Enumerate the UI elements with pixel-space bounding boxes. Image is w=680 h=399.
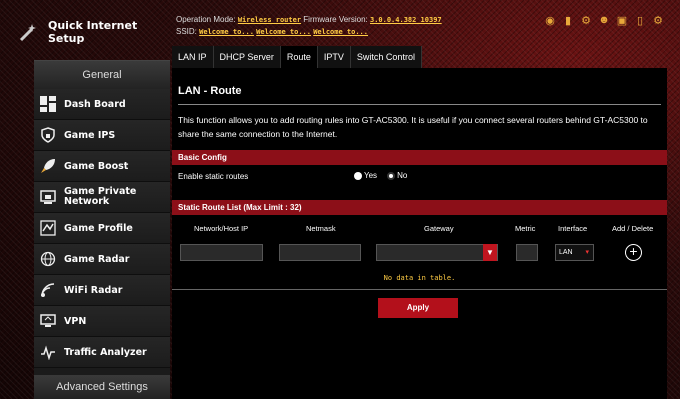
col-add-delete: Add / Delete (612, 224, 654, 233)
interface-select[interactable]: LAN ▾ (555, 244, 594, 261)
empty-table-message: No data in table. (383, 274, 456, 282)
sidebar-item-game-ips[interactable]: Game IPS (34, 120, 170, 151)
network-status-icon[interactable]: ⚙ (580, 14, 592, 27)
network-host-ip-input[interactable] (180, 244, 263, 261)
radio-no-label: No (397, 171, 408, 180)
radio-no[interactable]: No (387, 171, 407, 180)
sidebar-item-game-radar[interactable]: Game Radar (34, 244, 170, 275)
quick-internet-setup-button[interactable]: Quick Internet Setup (6, 10, 166, 54)
tab-iptv[interactable]: IPTV (317, 46, 351, 68)
radio-yes-dot (354, 171, 362, 180)
sidebar-item-label: Game Private Network (64, 186, 137, 207)
sidebar-item-dash-board[interactable]: Dash Board (34, 89, 170, 120)
sidebar-general-header: General (34, 61, 170, 89)
tab-bar: LAN IP DHCP Server Route IPTV Switch Con… (172, 46, 422, 68)
sidebar-item-label: Game IPS (64, 129, 116, 141)
col-gateway: Gateway (424, 224, 454, 233)
top-info: Operation Mode: Wireless router Firmware… (176, 14, 442, 38)
operation-mode-label: Operation Mode: (176, 15, 236, 24)
sidebar-item-label: Game Profile (64, 222, 133, 234)
table-divider (172, 289, 667, 290)
static-routes-radio-group: Yes No (354, 171, 407, 180)
page-title: LAN - Route (178, 85, 242, 97)
sidebar-item-game-private-network[interactable]: Game Private Network (34, 182, 170, 213)
interface-select-value: LAN (559, 249, 573, 256)
game-profile-icon (38, 218, 58, 238)
netmask-input[interactable] (279, 244, 361, 261)
sidebar-item-label: Traffic Analyzer (64, 346, 147, 358)
apply-button[interactable]: Apply (378, 298, 458, 318)
ssid-link-2[interactable]: Welcome to... (256, 28, 311, 36)
enable-static-routes-label: Enable static routes (178, 172, 249, 181)
quick-setup-label: Quick Internet Setup (48, 19, 138, 45)
settings-gear-icon[interactable]: ⚙ (652, 14, 664, 27)
chevron-down-icon: ▾ (585, 249, 589, 256)
usb-device-icon[interactable]: ▯ (634, 14, 646, 27)
sidebar-item-wifi-radar[interactable]: WiFi Radar (34, 275, 170, 306)
main-panel: LAN - Route This function allows you to … (172, 68, 667, 399)
tab-dhcp-server[interactable]: DHCP Server (213, 46, 281, 68)
sidebar-item-vpn[interactable]: VPN (34, 306, 170, 337)
status-icons: ◉ ▮ ⚙ ☻ ▣ ▯ ⚙ (544, 14, 664, 27)
operation-mode-link[interactable]: Wireless router (238, 16, 301, 24)
radio-yes[interactable]: Yes (354, 171, 377, 180)
sidebar-item-game-profile[interactable]: Game Profile (34, 213, 170, 244)
magic-wand-icon (18, 21, 40, 43)
usb-status-icon[interactable]: ▮ (562, 14, 574, 27)
gateway-input[interactable] (376, 244, 498, 261)
col-network-host-ip: Network/Host IP (194, 224, 249, 233)
globe-radar-icon (38, 249, 58, 269)
sidebar-item-label: VPN (64, 315, 87, 327)
sidebar-advanced-settings-header: Advanced Settings (34, 375, 170, 399)
page-description: This function allows you to add routing … (178, 115, 648, 139)
rocket-icon (38, 156, 58, 176)
radio-yes-label: Yes (364, 171, 378, 180)
sidebar-item-label: Game Radar (64, 253, 130, 265)
col-interface: Interface (558, 224, 588, 233)
sidebar-item-label: Dash Board (64, 98, 126, 110)
radio-no-dot (387, 171, 396, 180)
ssid-link-1[interactable]: Welcome to... (199, 28, 254, 36)
ssid-link-3[interactable]: Welcome to... (313, 28, 368, 36)
lock-shield-icon (38, 125, 58, 145)
firmware-version-link[interactable]: 3.0.0.4.382_10397 (370, 16, 442, 24)
gateway-dropdown-button[interactable]: ▼ (483, 244, 497, 261)
app-status-icon[interactable]: ▣ (616, 14, 628, 27)
route-table-header: Network/Host IP Netmask Gateway Metric I… (172, 222, 667, 236)
wireless-status-icon[interactable]: ◉ (544, 14, 556, 27)
metric-input[interactable] (516, 244, 538, 261)
add-route-button[interactable]: + (625, 244, 642, 261)
static-route-list-header: Static Route List (Max Limit : 32) (172, 200, 667, 215)
ssid-label: SSID: (176, 27, 197, 36)
sidebar-item-game-boost[interactable]: Game Boost (34, 151, 170, 182)
tab-route[interactable]: Route (280, 46, 318, 68)
tab-switch-control[interactable]: Switch Control (350, 46, 422, 68)
basic-config-header: Basic Config (172, 150, 667, 165)
col-netmask: Netmask (306, 224, 336, 233)
wifi-radar-icon (38, 280, 58, 300)
sidebar: General Dash Board Game IPS Game Boost G… (34, 60, 170, 399)
col-metric: Metric (515, 224, 536, 233)
sidebar-item-label: WiFi Radar (64, 284, 123, 296)
client-status-icon[interactable]: ☻ (598, 14, 610, 27)
vpn-icon (38, 311, 58, 331)
traffic-analyzer-icon (38, 342, 58, 362)
private-network-icon (38, 187, 58, 207)
sidebar-item-label: Game Boost (64, 160, 129, 172)
sidebar-item-traffic-analyzer[interactable]: Traffic Analyzer (34, 337, 170, 368)
firmware-label: Firmware Version: (303, 15, 368, 24)
tab-lan-ip[interactable]: LAN IP (172, 46, 214, 68)
dashboard-icon (38, 94, 58, 114)
title-divider (178, 104, 661, 105)
